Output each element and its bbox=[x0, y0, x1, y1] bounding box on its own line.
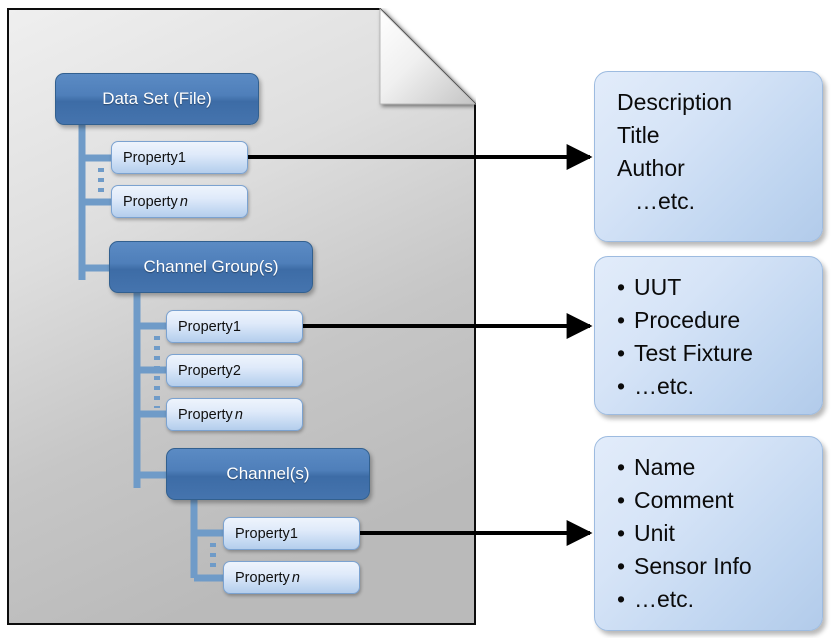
property-label: Property bbox=[123, 193, 178, 210]
property-suffix: n bbox=[234, 406, 243, 423]
callout-line: • …etc. bbox=[617, 370, 822, 403]
callout-line-text: Sensor Info bbox=[634, 553, 752, 580]
bullet-glyph: • bbox=[617, 553, 626, 580]
diagram-title: Data Set file structure with property ca… bbox=[0, 21, 1, 22]
bullet-glyph: • bbox=[617, 520, 626, 547]
node-channel-property-1[interactable]: Property 1 bbox=[223, 517, 360, 550]
callout-data-set-properties[interactable]: Description Title Author …etc. bbox=[594, 71, 823, 242]
callout-line-text: Unit bbox=[634, 520, 675, 547]
node-data-set-property-n[interactable]: Property n bbox=[111, 185, 248, 218]
node-channel-label: Channel(s) bbox=[226, 464, 310, 483]
callout-line: • Name bbox=[617, 451, 822, 484]
node-channel-group[interactable]: Channel Group(s) bbox=[109, 241, 313, 293]
page-fold-corner bbox=[379, 8, 476, 105]
bullet-glyph: • bbox=[617, 340, 626, 367]
node-channel-group-label: Channel Group(s) bbox=[143, 257, 279, 276]
bullet-glyph: • bbox=[617, 274, 626, 300]
callout-line: Author bbox=[617, 155, 685, 182]
property-label: Property bbox=[235, 569, 290, 586]
bullet-glyph: • bbox=[617, 373, 626, 400]
node-data-set-label: Data Set (File) bbox=[102, 89, 212, 108]
callout-line: • Sensor Info bbox=[617, 550, 822, 583]
callout-channel-group-properties[interactable]: • UUT • Procedure • Test Fixture • …etc. bbox=[594, 256, 823, 415]
diagram-canvas: Data Set file structure with property ca… bbox=[0, 0, 837, 638]
callout-line-text: Test Fixture bbox=[634, 340, 753, 367]
bullet-glyph: • bbox=[617, 586, 626, 613]
node-channel-group-property-n[interactable]: Property n bbox=[166, 398, 303, 431]
property-label: Property bbox=[123, 149, 178, 166]
callout-channel-properties[interactable]: • Name • Comment • Unit • Sensor Info • …etc. bbox=[594, 436, 823, 631]
node-channel-group-property-2[interactable]: Property 2 bbox=[166, 354, 303, 387]
callout-line: • Test Fixture bbox=[617, 337, 822, 370]
bullet-glyph: • bbox=[617, 487, 626, 514]
bullet-glyph: • bbox=[617, 307, 626, 334]
callout-line: Title bbox=[617, 122, 660, 149]
callout-line: • …etc. bbox=[617, 583, 822, 616]
property-suffix: n bbox=[179, 193, 188, 210]
callout-line: • Comment bbox=[617, 484, 822, 517]
callout-line: • Unit bbox=[617, 517, 822, 550]
node-data-set-property-1[interactable]: Property 1 bbox=[111, 141, 248, 174]
callout-line-text: …etc. bbox=[634, 373, 695, 400]
callout-line-text: Comment bbox=[634, 487, 734, 514]
callout-line: • UUT bbox=[617, 271, 822, 304]
callout-line-text: Procedure bbox=[634, 307, 741, 334]
callout-line-text: …etc. bbox=[634, 586, 695, 613]
bullet-glyph: • bbox=[617, 454, 626, 480]
property-suffix: 1 bbox=[289, 525, 298, 542]
node-channel-property-n[interactable]: Property n bbox=[223, 561, 360, 594]
property-suffix: n bbox=[291, 569, 300, 586]
property-suffix: 2 bbox=[232, 362, 241, 379]
callout-line-text: Name bbox=[634, 454, 696, 480]
property-label: Property bbox=[178, 318, 233, 335]
property-label: Property bbox=[178, 406, 233, 423]
node-data-set[interactable]: Data Set (File) bbox=[55, 73, 259, 125]
callout-line-text: UUT bbox=[634, 274, 682, 300]
callout-line: • Procedure bbox=[617, 304, 822, 337]
callout-line: Description bbox=[617, 89, 733, 115]
property-label: Property bbox=[235, 525, 290, 542]
property-suffix: 1 bbox=[232, 318, 241, 335]
callout-line: …etc. bbox=[635, 188, 696, 215]
property-label: Property bbox=[178, 362, 233, 379]
node-channel[interactable]: Channel(s) bbox=[166, 448, 370, 500]
node-channel-group-property-1[interactable]: Property 1 bbox=[166, 310, 303, 343]
property-suffix: 1 bbox=[177, 149, 186, 166]
